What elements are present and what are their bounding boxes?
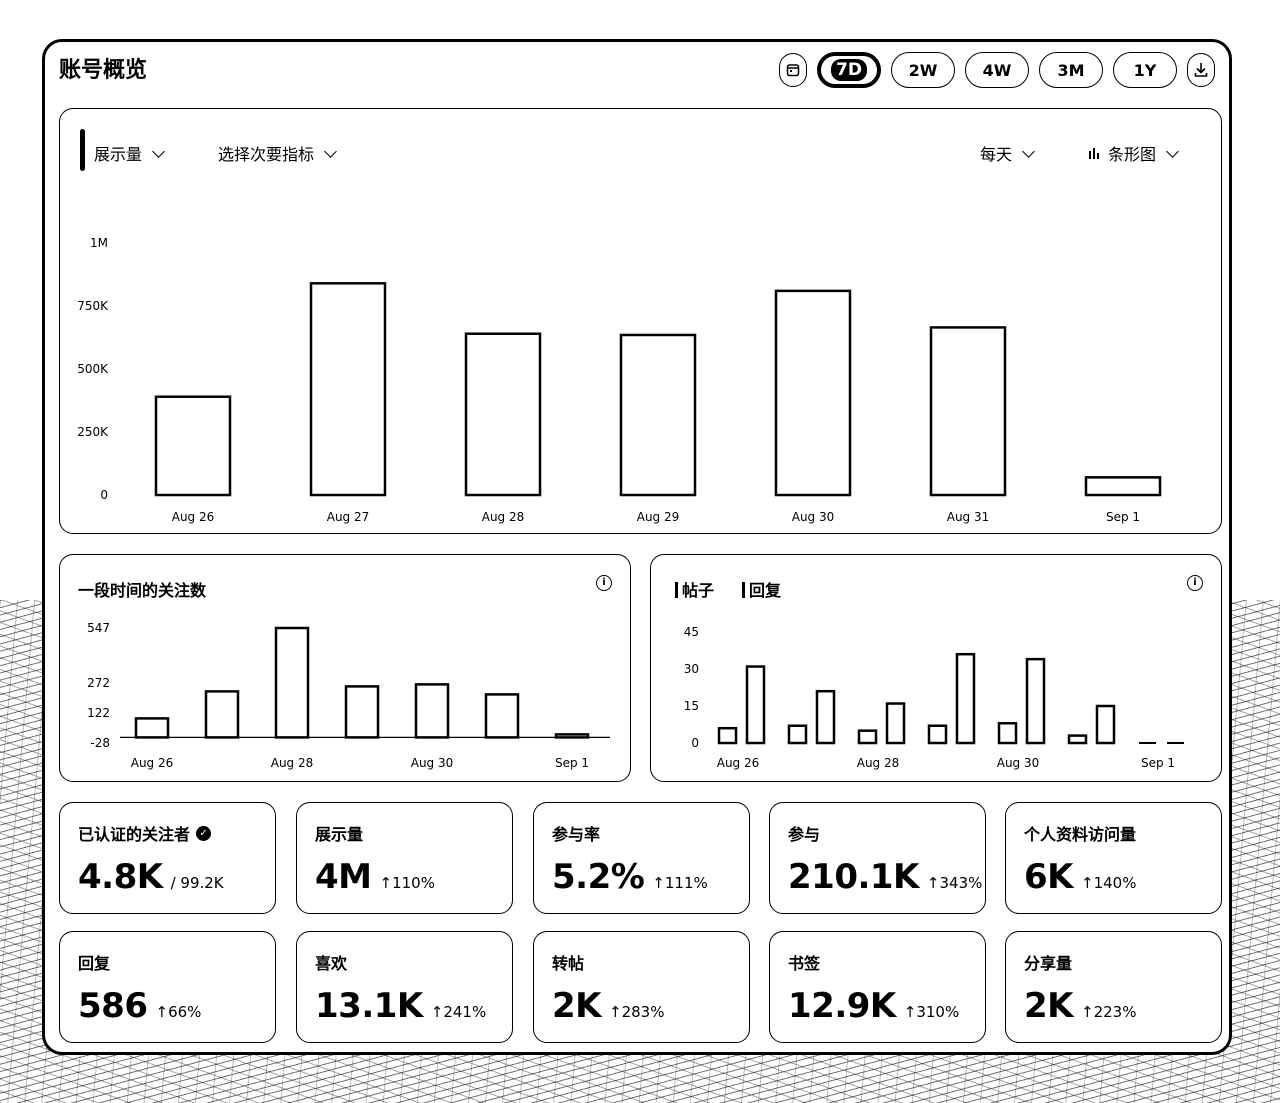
x-axis-tick-label: Aug 28 bbox=[482, 510, 525, 524]
download-icon bbox=[1194, 63, 1208, 77]
bar bbox=[1084, 476, 1162, 497]
bar-replies bbox=[815, 689, 836, 745]
stat-card-shares[interactable]: 分享量 2K ↑223% bbox=[1005, 931, 1222, 1043]
impressions-bar-chart: 1M 750K 500K 250K 0 Aug 26 Aug 27 Aug 28 Aug 29 A… bbox=[77, 236, 1162, 524]
x-axis-tick-label: Aug 29 bbox=[637, 510, 680, 524]
arrow-up-icon: ↑ bbox=[430, 1003, 444, 1021]
x-axis-tick-label: Aug 26 bbox=[172, 510, 215, 524]
x-axis-tick-label: Aug 31 bbox=[947, 510, 990, 524]
x-axis-tick-label: Aug 26 bbox=[131, 756, 174, 770]
y-axis-tick-label: 0 bbox=[100, 488, 108, 502]
calendar-icon bbox=[786, 64, 800, 77]
x-axis-tick-label: Aug 28 bbox=[271, 756, 314, 770]
range-3m-button[interactable]: 3M bbox=[1039, 52, 1103, 88]
arrow-up-icon: ↑ bbox=[155, 1003, 169, 1021]
calendar-button[interactable] bbox=[779, 53, 807, 87]
x-axis-tick-label: Aug 30 bbox=[997, 756, 1040, 770]
stat-card-impressions[interactable]: 展示量 4M ↑110% bbox=[296, 802, 513, 914]
arrow-up-icon: ↑ bbox=[1081, 874, 1094, 892]
followers-chart-card: 一段时间的关注数 i 547 272 122 -28 Aug 26 Aug 28 Aug 3… bbox=[59, 554, 631, 782]
bar bbox=[274, 626, 310, 739]
y-axis-tick-label: 1M bbox=[90, 236, 108, 250]
bar-posts bbox=[1067, 734, 1088, 745]
impressions-chart-card: 展示量 选择次要指标 每天 条形图 1M 750K 500K 250K 0 Aug 26 A… bbox=[59, 108, 1222, 534]
bar bbox=[929, 326, 1007, 497]
arrow-up-icon: ↑ bbox=[1081, 1003, 1094, 1021]
bar bbox=[464, 332, 542, 497]
stat-card-engagement-rate[interactable]: 参与率 5.2% ↑111% bbox=[533, 802, 750, 914]
account-overview-panel: 账号概览 7D 2W 4W 3M 1Y 展示量 选择次要指标 每天 条形图 1M… bbox=[42, 39, 1232, 1055]
bar-replies bbox=[955, 652, 976, 745]
range-4w-button[interactable]: 4W bbox=[965, 52, 1029, 88]
followers-bar-chart: 547 272 122 -28 Aug 26 Aug 28 Aug 30 Sep 1 bbox=[87, 621, 610, 770]
range-2w-button[interactable]: 2W bbox=[891, 52, 955, 88]
stat-card-bookmarks[interactable]: 书签 12.9K ↑310% bbox=[769, 931, 986, 1043]
bar-replies bbox=[1025, 657, 1046, 745]
bar-replies bbox=[745, 665, 766, 745]
stat-card-verified-followers[interactable]: 已认证的关注者 ✓ 4.8K/ 99.2K bbox=[59, 802, 276, 914]
bar bbox=[484, 693, 520, 739]
bar bbox=[204, 690, 240, 739]
arrow-up-icon: ↑ bbox=[903, 1003, 917, 1021]
bar-posts bbox=[927, 724, 948, 745]
x-axis-tick-label: Sep 1 bbox=[1141, 756, 1175, 770]
y-axis-tick-label: 750K bbox=[77, 299, 109, 313]
stat-card-engagements[interactable]: 参与 210.1K ↑343% bbox=[769, 802, 986, 914]
stat-card-replies[interactable]: 回复 586 ↑66% bbox=[59, 931, 276, 1043]
bar bbox=[309, 282, 387, 497]
x-axis-tick-label: Aug 30 bbox=[792, 510, 835, 524]
download-button[interactable] bbox=[1187, 53, 1215, 87]
stat-card-likes[interactable]: 喜欢 13.1K ↑241% bbox=[296, 931, 513, 1043]
arrow-up-icon: ↑ bbox=[609, 1003, 622, 1021]
arrow-up-icon: ↑ bbox=[926, 874, 940, 892]
y-axis-tick-label: 30 bbox=[684, 662, 699, 676]
x-axis-tick-label: Aug 27 bbox=[327, 510, 370, 524]
range-1y-button[interactable]: 1Y bbox=[1113, 52, 1177, 88]
page-title: 账号概览 bbox=[59, 58, 148, 83]
x-axis-tick-label: Aug 28 bbox=[857, 756, 900, 770]
x-axis-tick-label: Sep 1 bbox=[555, 756, 589, 770]
y-axis-tick-label: 122 bbox=[87, 706, 110, 720]
y-axis-tick-label: 500K bbox=[77, 362, 109, 376]
bar-replies bbox=[1095, 704, 1116, 745]
bar-posts bbox=[717, 726, 738, 745]
x-axis-tick-label: Aug 26 bbox=[717, 756, 760, 770]
date-range-selector: 7D 2W 4W 3M 1Y bbox=[779, 52, 1215, 88]
bar bbox=[134, 717, 170, 739]
y-axis-tick-label: -28 bbox=[90, 736, 110, 750]
bar-posts bbox=[787, 724, 808, 745]
y-axis-tick-label: 0 bbox=[691, 736, 699, 750]
bar bbox=[344, 685, 380, 739]
stat-card-profile-visits[interactable]: 个人资料访问量 6K ↑140% bbox=[1005, 802, 1222, 914]
range-7d-button[interactable]: 7D bbox=[817, 52, 881, 88]
y-axis-tick-label: 547 bbox=[87, 621, 110, 635]
x-axis-tick-label: Sep 1 bbox=[1106, 510, 1140, 524]
bar bbox=[554, 733, 590, 739]
y-axis-tick-label: 272 bbox=[87, 676, 110, 690]
x-axis-tick-label: Aug 30 bbox=[411, 756, 454, 770]
arrow-up-icon: ↑ bbox=[379, 874, 393, 892]
arrow-up-icon: ↑ bbox=[652, 874, 665, 892]
y-axis-tick-label: 15 bbox=[684, 699, 699, 713]
bar bbox=[619, 333, 697, 497]
posts-replies-chart-card: 帖子 回复 i 45 30 15 0 Aug 26 Aug 28 Aug 30 Sep 1 bbox=[650, 554, 1222, 782]
bar-posts bbox=[857, 729, 878, 745]
bar-posts bbox=[997, 722, 1018, 745]
y-axis-tick-label: 45 bbox=[684, 625, 699, 639]
bar-replies bbox=[885, 702, 906, 745]
bar bbox=[154, 395, 232, 497]
stat-card-reposts[interactable]: 转帖 2K ↑283% bbox=[533, 931, 750, 1043]
bar bbox=[774, 289, 852, 497]
posts-replies-bar-chart: 45 30 15 0 Aug 26 Aug 28 Aug 30 Sep 1 bbox=[684, 625, 1184, 770]
y-axis-tick-label: 250K bbox=[77, 425, 109, 439]
bar bbox=[414, 683, 450, 739]
verified-check-icon: ✓ bbox=[196, 825, 212, 841]
